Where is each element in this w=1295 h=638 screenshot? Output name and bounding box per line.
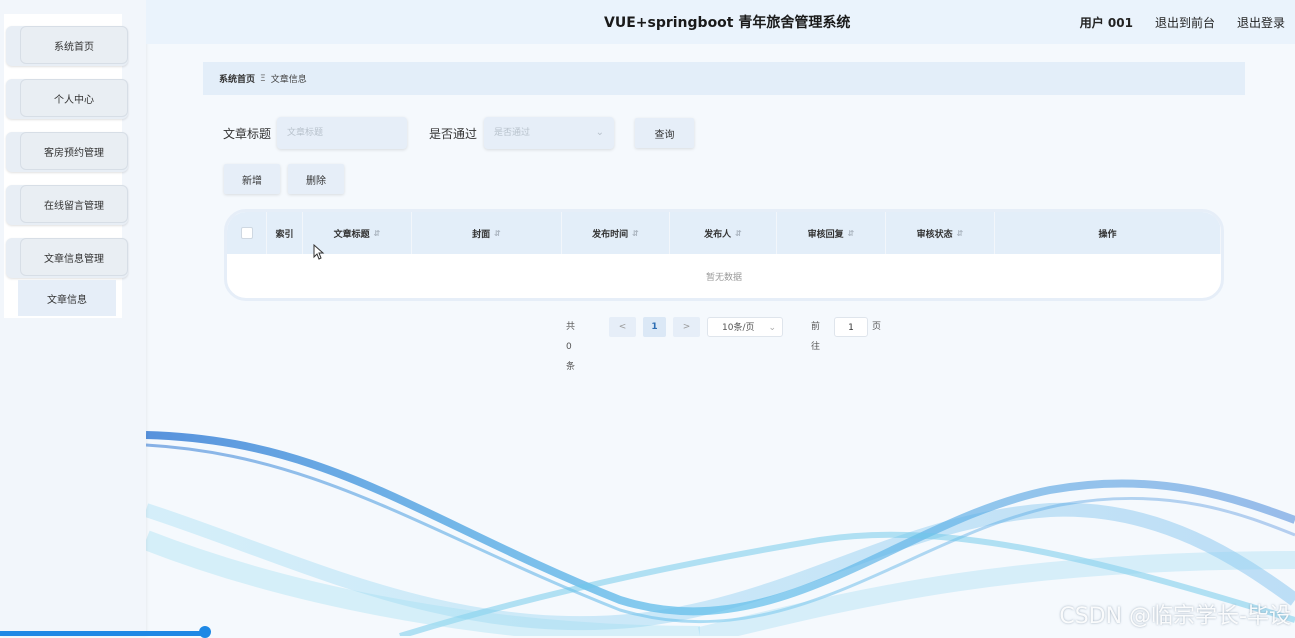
pagination-total: 共 0 条 xyxy=(566,322,576,372)
column-header-cover[interactable]: 封面 ⇵ xyxy=(412,212,562,254)
sidebar: 系统首页 个人中心 客房预约管理 在线留言管理 文章信息管理 文章信息 xyxy=(0,0,146,636)
title-search-label: 文章标题 xyxy=(223,127,272,141)
data-table: 索引 文章标题 ⇵ 封面 ⇵ 发布时间 ⇵ 发布人 ⇵ 审核回复 ⇵ 审核状态 ⇵ 操作 暂… xyxy=(224,209,1224,301)
breadcrumb-separator-icon: Ξ xyxy=(260,73,266,84)
column-label: 文章标题 xyxy=(333,229,370,240)
sidebar-item-label: 客房预约管理 xyxy=(20,132,128,170)
column-label: 审核状态 xyxy=(916,229,953,240)
header: VUE+springboot 青年旅舍管理系统 用户 001 退出到前台 退出登… xyxy=(146,0,1295,44)
column-header-review-status[interactable]: 审核状态 ⇵ xyxy=(886,212,995,254)
sidebar-item-articles[interactable]: 文章信息管理 xyxy=(6,238,128,278)
bottom-progress-handle xyxy=(199,626,211,638)
sort-icon[interactable]: ⇵ xyxy=(374,229,381,238)
column-label: 发布人 xyxy=(704,229,732,240)
header-links: 用户 001 退出到前台 退出登录 xyxy=(1080,14,1285,31)
watermark: CSDN @临宗学长-毕设 xyxy=(1059,604,1291,629)
select-all-checkbox[interactable] xyxy=(240,227,253,239)
sidebar-item-home[interactable]: 系统首页 xyxy=(6,26,128,66)
page-size-value: 10条/页 xyxy=(722,323,755,333)
mouse-cursor-icon xyxy=(313,244,325,260)
page-size-select[interactable]: 10条/页 ⌄ xyxy=(707,317,783,337)
column-header-index: 索引 xyxy=(267,212,303,254)
pass-filter-label: 是否通过 xyxy=(429,127,478,141)
sort-icon[interactable]: ⇵ xyxy=(957,229,964,238)
empty-state-text: 暂无数据 xyxy=(705,273,742,283)
column-header-review-reply[interactable]: 审核回复 ⇵ xyxy=(777,212,886,254)
page-number-current[interactable]: 1 xyxy=(643,317,666,337)
user-name: 用户 001 xyxy=(1079,16,1133,30)
column-header-actions: 操作 xyxy=(995,212,1221,254)
column-label: 封面 xyxy=(472,229,491,240)
breadcrumb: 系统首页 Ξ 文章信息 xyxy=(203,62,1245,95)
page-unit-label: 页 xyxy=(872,322,882,332)
pass-filter-placeholder: 是否通过 xyxy=(494,128,531,138)
chevron-down-icon: ⌄ xyxy=(768,323,776,333)
pass-filter-select[interactable]: 是否通过 ⌄ xyxy=(484,117,614,149)
title-search-input[interactable] xyxy=(277,117,407,149)
query-button[interactable]: 查询 xyxy=(635,118,694,148)
goto-label: 前往 xyxy=(811,322,821,352)
bottom-progress-bar xyxy=(0,631,206,636)
column-label: 发布时间 xyxy=(592,229,629,240)
column-label: 索引 xyxy=(275,229,294,240)
column-label: 审核回复 xyxy=(807,229,844,240)
delete-button[interactable]: 删除 xyxy=(288,164,344,194)
goto-page-input[interactable]: 1 xyxy=(834,317,868,337)
select-all-cell xyxy=(227,212,267,254)
table-header: 索引 文章标题 ⇵ 封面 ⇵ 发布时间 ⇵ 发布人 ⇵ 审核回复 ⇵ 审核状态 ⇵ 操作 xyxy=(227,212,1221,254)
sidebar-subitem-article-info[interactable]: 文章信息 xyxy=(18,280,116,316)
sidebar-item-room-booking[interactable]: 客房预约管理 xyxy=(6,132,128,172)
sidebar-item-label: 系统首页 xyxy=(20,26,128,64)
breadcrumb-current: 文章信息 xyxy=(270,75,307,85)
sort-icon[interactable]: ⇵ xyxy=(632,229,639,238)
sort-icon[interactable]: ⇵ xyxy=(848,229,855,238)
add-button[interactable]: 新增 xyxy=(224,164,280,194)
prev-page-button[interactable]: < xyxy=(609,317,636,337)
to-front-link[interactable]: 退出到前台 xyxy=(1155,14,1215,31)
column-header-publish-time[interactable]: 发布时间 ⇵ xyxy=(562,212,670,254)
chevron-down-icon: ⌄ xyxy=(595,127,604,138)
page-title: VUE+springboot 青年旅舍管理系统 xyxy=(604,15,851,31)
logout-link[interactable]: 退出登录 xyxy=(1237,14,1285,31)
sort-icon[interactable]: ⇵ xyxy=(735,229,742,238)
breadcrumb-home[interactable]: 系统首页 xyxy=(219,72,255,85)
column-header-publisher[interactable]: 发布人 ⇵ xyxy=(670,212,777,254)
sort-icon[interactable]: ⇵ xyxy=(494,229,501,238)
sidebar-item-label: 个人中心 xyxy=(20,79,128,117)
sidebar-item-label: 文章信息管理 xyxy=(20,238,128,276)
sidebar-item-personal-center[interactable]: 个人中心 xyxy=(6,79,128,119)
sidebar-item-label: 在线留言管理 xyxy=(20,185,128,223)
column-label: 操作 xyxy=(1098,229,1117,240)
sidebar-item-messages[interactable]: 在线留言管理 xyxy=(6,185,128,225)
next-page-button[interactable]: > xyxy=(673,317,700,337)
